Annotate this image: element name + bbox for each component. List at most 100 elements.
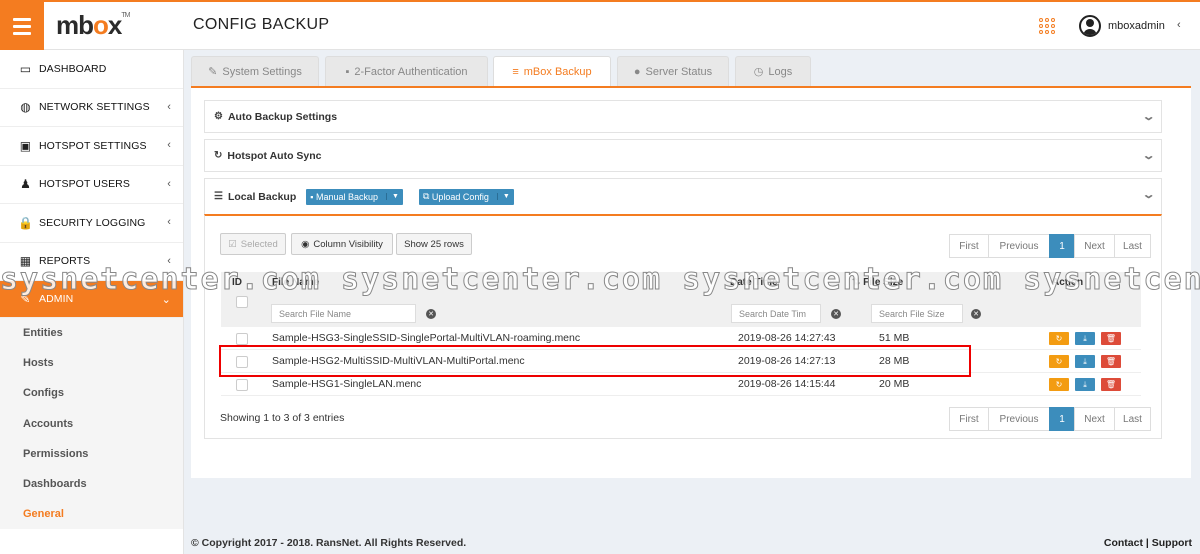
upload-config-button[interactable]: ⧉ Upload Config ▼ <box>418 188 514 205</box>
row-file-size: 20 MB <box>879 378 910 390</box>
table-header: ID File Name Date Time ⇅ File Size Actio… <box>221 272 1141 327</box>
row-file-name: Sample-HSG1-SingleLAN.menc <box>272 378 422 390</box>
panel-hotspot-auto-sync[interactable]: ↻ Hotspot Auto Sync ⌄ <box>204 139 1162 172</box>
tab-logs[interactable]: ◷ Logs <box>735 56 811 86</box>
clear-filter-icon[interactable]: ✕ <box>426 309 436 319</box>
header-date-time[interactable]: Date Time <box>730 277 778 288</box>
sidebar-item-label: ADMIN <box>39 293 74 305</box>
restore-button[interactable]: ↻ <box>1049 378 1069 391</box>
manual-backup-button[interactable]: ▪ Manual Backup ▼ <box>306 188 403 205</box>
header-id[interactable]: ID <box>232 277 242 288</box>
page-1-button[interactable]: 1 <box>1049 234 1075 258</box>
monitor-icon: ▭ <box>19 61 32 76</box>
show-rows-button[interactable]: Show 25 rows <box>396 233 472 255</box>
column-visibility-button[interactable]: ◉ Column Visibility <box>291 233 393 255</box>
delete-button[interactable]: 🗑 <box>1101 378 1121 391</box>
brand-logo[interactable]: mboxTM <box>56 10 130 41</box>
clock-icon: ◷ <box>753 66 764 78</box>
page-first-button[interactable]: First <box>949 407 989 431</box>
tab-system-settings[interactable]: ✎ System Settings <box>191 56 319 86</box>
menu-toggle-icon[interactable] <box>0 2 44 50</box>
info-icon: ● <box>633 65 641 78</box>
sidebar-subitem-hosts[interactable]: Hosts <box>0 348 183 379</box>
row-checkbox[interactable] <box>236 333 248 345</box>
page-previous-button[interactable]: Previous <box>988 234 1050 258</box>
eye-icon: ◉ <box>301 238 310 250</box>
selected-button[interactable]: ☑ Selected <box>220 233 286 255</box>
delete-button[interactable]: 🗑 <box>1101 355 1121 368</box>
clear-filter-icon[interactable]: ✕ <box>831 309 841 319</box>
sidebar-item-dashboard[interactable]: ▭ DASHBOARD <box>0 50 183 89</box>
page-first-button[interactable]: First <box>949 234 989 258</box>
username[interactable]: mboxadmin <box>1108 20 1165 32</box>
page-last-button[interactable]: Last <box>1114 407 1151 431</box>
lock-icon: ▪ <box>345 65 350 78</box>
page-next-button[interactable]: Next <box>1074 407 1115 431</box>
tab-mbox-backup[interactable]: ≡ mBox Backup <box>493 56 611 86</box>
row-file-size: 51 MB <box>879 332 910 344</box>
table-info: Showing 1 to 3 of 3 entries <box>220 412 345 424</box>
sidebar-subitem-permissions[interactable]: Permissions <box>0 438 183 469</box>
download-button[interactable]: ⤓ <box>1075 332 1095 345</box>
pagination-top: First Previous 1 Next Last <box>949 234 1151 258</box>
chevron-down-icon[interactable]: ⌄ <box>1141 149 1155 162</box>
sidebar-item-label: HOTSPOT SETTINGS <box>39 139 147 152</box>
user-avatar-icon[interactable] <box>1079 15 1101 37</box>
tab-2-factor-authentication[interactable]: ▪ 2-Factor Authentication <box>325 56 488 86</box>
footer-links: Contact | Support <box>1104 537 1192 549</box>
clear-filter-icon[interactable]: ✕ <box>971 309 981 319</box>
support-link[interactable]: Support <box>1152 537 1192 549</box>
sidebar-item-label: DASHBOARD <box>39 62 107 75</box>
sidebar-item-hotspot-settings[interactable]: ▣ HOTSPOT SETTINGS ‹ <box>0 127 183 166</box>
download-button[interactable]: ⤓ <box>1075 355 1095 368</box>
page-next-button[interactable]: Next <box>1074 234 1115 258</box>
sidebar-subitem-configs[interactable]: Configs <box>0 378 183 409</box>
download-button[interactable]: ⤓ <box>1075 378 1095 391</box>
search-file-size-input[interactable]: Search File Size <box>871 304 963 323</box>
globe-icon: ◍ <box>20 100 31 115</box>
sidebar-item-admin[interactable]: ✎ ADMIN ⌄ <box>0 281 183 318</box>
sidebar-subitem-entities[interactable]: Entities <box>0 318 183 349</box>
restore-button[interactable]: ↻ <box>1049 332 1069 345</box>
sidebar-item-network-settings[interactable]: ◍ NETWORK SETTINGS ‹ <box>0 89 183 127</box>
pagination-bottom: First Previous 1 Next Last <box>949 407 1151 431</box>
delete-button[interactable]: 🗑 <box>1101 332 1121 345</box>
wrench-icon: ✎ <box>20 292 31 306</box>
checkbox-icon: ☑ <box>228 238 237 250</box>
search-file-name-input[interactable]: Search File Name <box>271 304 416 323</box>
header-file-name[interactable]: File Name <box>272 277 319 288</box>
chevron-down-icon[interactable]: ⌄ <box>1141 110 1155 123</box>
restore-button[interactable]: ↻ <box>1049 355 1069 368</box>
caret-down-icon[interactable]: ▼ <box>386 193 399 200</box>
chevron-down-icon[interactable]: ⌄ <box>1141 188 1155 201</box>
tab-server-status[interactable]: ● Server Status <box>617 56 729 86</box>
lock-icon: 🔒 <box>17 215 34 230</box>
page-title: CONFIG BACKUP <box>193 16 330 33</box>
user-menu-caret-icon[interactable]: ‹ <box>1177 19 1181 31</box>
apps-grid-icon[interactable] <box>1039 18 1055 34</box>
page-1-button[interactable]: 1 <box>1049 407 1075 431</box>
page-previous-button[interactable]: Previous <box>988 407 1050 431</box>
sidebar-item-reports[interactable]: ▦ REPORTS ‹ <box>0 243 183 281</box>
sidebar-item-security-logging[interactable]: 🔒 SECURITY LOGGING ‹ <box>0 204 183 243</box>
search-date-time-input[interactable]: Search Date Tim <box>731 304 821 323</box>
select-all-checkbox[interactable] <box>236 296 248 308</box>
users-icon: ♟ <box>20 177 31 192</box>
panel-auto-backup-settings[interactable]: ⚙ Auto Backup Settings ⌄ <box>204 100 1162 133</box>
row-checkbox[interactable] <box>236 379 248 391</box>
chevron-left-icon: ‹ <box>167 216 171 228</box>
sidebar: ▭ DASHBOARD ◍ NETWORK SETTINGS ‹ ▣ HOTSP… <box>0 50 184 554</box>
cogs-icon: ⚙ <box>214 111 223 122</box>
sidebar-subitem-dashboards[interactable]: Dashboards <box>0 468 183 500</box>
chevron-left-icon: ‹ <box>167 100 171 113</box>
caret-down-icon[interactable]: ▼ <box>496 193 510 200</box>
page-last-button[interactable]: Last <box>1114 234 1151 258</box>
footer-copyright: © Copyright 2017 - 2018. RansNet. All Ri… <box>191 537 467 549</box>
top-bar: mboxTM CONFIG BACKUP mboxadmin ‹ <box>0 0 1200 50</box>
header-file-size[interactable]: ⇅ File Size <box>852 277 903 288</box>
contact-link[interactable]: Contact <box>1104 537 1143 549</box>
sidebar-subitem-accounts[interactable]: Accounts <box>0 408 183 439</box>
sidebar-subitem-general[interactable]: General <box>0 499 183 530</box>
sidebar-item-label: REPORTS <box>39 255 91 268</box>
sidebar-item-hotspot-users[interactable]: ♟ HOTSPOT USERS ‹ <box>0 166 183 204</box>
